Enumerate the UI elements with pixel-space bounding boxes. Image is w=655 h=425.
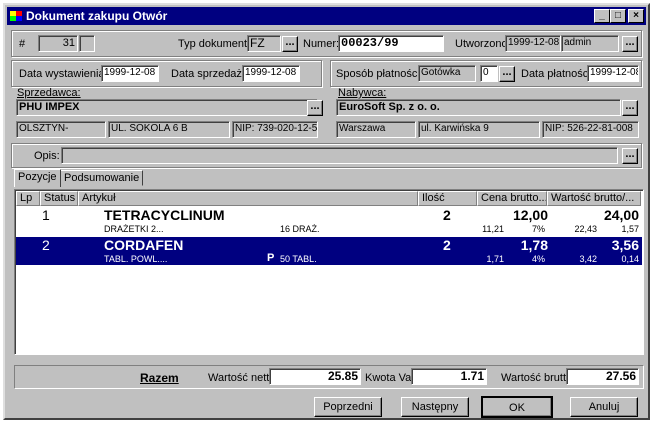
created-browse-button[interactable]: ... [622,36,638,52]
col-wartosc-brutto[interactable]: Wartość brutto/... [547,191,641,206]
window-title: Dokument zakupu Otwór [26,9,168,23]
doc-type-field[interactable]: FZ [247,35,281,52]
payment-date-field[interactable]: 1999-12-08 [587,65,639,82]
col-ilosc[interactable]: Ilość [418,191,477,206]
net-value-label: Wartość netto: [208,372,279,384]
document-window: Dokument zakupu Otwór _ □ × # 31 Typ dok… [3,3,650,420]
col-artykul[interactable]: Artykuł [78,191,418,206]
created-user-field: admin [561,35,619,52]
seller-name-field: PHU IMPEX [16,99,318,116]
title-bar[interactable]: Dokument zakupu Otwór _ □ × [7,7,646,25]
minimize-icon[interactable]: _ [594,9,610,23]
gross-value-label: Wartość brutto: [501,372,576,384]
row-status-flag: P [267,252,275,264]
payment-browse-button[interactable]: ... [499,66,515,82]
items-list[interactable]: Lp Status Artykuł Ilość Cena brutto... W… [14,189,644,355]
row-price: 1,78 [520,237,548,253]
row-price: 12,00 [512,207,548,223]
row-net-value: 22,43 [574,224,597,234]
previous-button[interactable]: Poprzedni [314,397,382,417]
row-name: CORDAFEN [104,237,184,253]
row-form: TABL. POWL.... [104,254,168,264]
seller-city-field: OLSZTYN- [16,121,106,138]
app-icon [10,11,22,21]
doc-number-label: Numer: [303,38,340,50]
number-extra-field [79,35,95,52]
totals-label: Razem [140,371,179,385]
number-label: # [19,38,26,50]
row-qty: 2 [443,237,451,253]
col-lp[interactable]: Lp [16,191,40,206]
table-row[interactable]: 1 TETRACYCLINUM DRAŻETKI 2... 16 DRAŻ. 2… [16,207,642,235]
description-field[interactable] [61,147,618,164]
buyer-name-field: EuroSoft Sp. z o. o. [336,99,621,116]
maximize-icon[interactable]: □ [610,9,626,23]
buyer-street-field: ul. Karwińska 9 [418,121,540,138]
row-form: DRAŻETKI 2... [104,224,164,234]
vat-amount-label: Kwota Vat: [365,372,418,384]
table-row-selected[interactable]: 2 CORDAFEN TABL. POWL.... P 50 TABL. 2 1… [16,237,642,265]
row-name: TETRACYCLINUM [104,207,225,223]
row-value: 3,56 [611,237,639,253]
seller-browse-button[interactable]: ... [307,100,323,116]
seller-nip-field: NIP: 739-020-12-52 [232,121,318,138]
tab-podsumowanie[interactable]: Podsumowanie [60,170,144,186]
row-lp: 2 [42,237,50,253]
row-vat: 4% [531,254,545,264]
payment-date-label: Data płatności: [521,68,594,80]
payment-method-label: Sposób płatności: [336,68,423,80]
buyer-city-field: Warszawa [336,121,416,138]
buyer-nip-field: NIP: 526-22-81-008 [542,121,639,138]
vat-amount-field: 1.71 [411,368,487,385]
created-date-field: 1999-12-08 [505,35,561,52]
row-vat: 7% [531,224,545,234]
row-pack: 16 DRAŻ. [280,224,320,234]
description-browse-button[interactable]: ... [622,148,638,164]
row-pack: 50 TABL. [280,254,317,264]
close-icon[interactable]: × [628,9,644,23]
tab-pozycje[interactable]: Pozycje [14,169,61,187]
row-vat-value: 0,14 [621,254,639,264]
number-field: 31 [38,35,78,52]
created-label: Utworzono: [455,38,511,50]
sale-date-label: Data sprzedaży: [171,68,251,80]
row-net-price: 11,21 [482,224,504,234]
issue-date-label: Data wystawienia: [19,68,108,80]
seller-label: Sprzedawca: [17,87,81,99]
description-label: Opis: [34,150,60,162]
col-status[interactable]: Status [40,191,78,206]
row-net-price: 1,71 [486,254,504,264]
cancel-button[interactable]: Anuluj [570,397,638,417]
doc-number-field[interactable]: 00023/99 [338,35,444,52]
seller-street-field: UL. SOKOLA 6 B [108,121,230,138]
sale-date-field[interactable]: 1999-12-08 [242,65,300,82]
row-qty: 2 [443,207,451,223]
payment-method-field[interactable]: Gotówka [418,65,476,82]
next-button[interactable]: Następny [401,397,469,417]
net-value-field: 25.85 [269,368,361,385]
col-cena-brutto[interactable]: Cena brutto... [477,191,547,206]
buyer-browse-button[interactable]: ... [622,100,638,116]
row-net-value: 3,42 [579,254,597,264]
doc-type-label: Typ dokumentu: [178,38,257,50]
payment-days-field[interactable]: 0 [480,65,498,82]
gross-value-field: 27.56 [566,368,639,385]
row-lp: 1 [42,207,50,223]
doc-type-browse-button[interactable]: ... [282,36,298,52]
ok-button[interactable]: OK [481,396,553,418]
issue-date-field[interactable]: 1999-12-08 [101,65,159,82]
buyer-label: Nabywca: [338,87,387,99]
row-vat-value: 1,57 [621,224,639,234]
row-value: 24,00 [603,207,639,223]
